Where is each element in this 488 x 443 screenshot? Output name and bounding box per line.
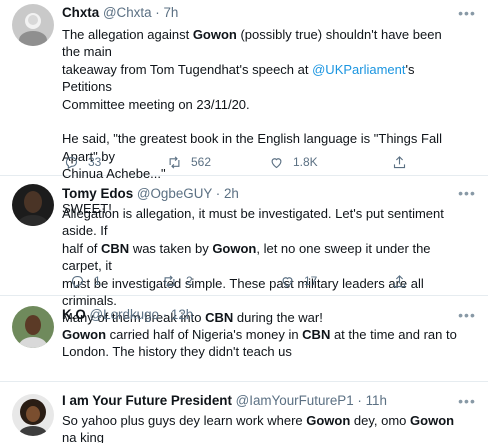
tweet[interactable]: Chxta @Chxta · 7h The allegation against… [0, 0, 488, 216]
text-segment: Committee meeting on 23/11/20. [62, 96, 250, 112]
tweet[interactable]: I am Your Future President @IamYourFutur… [0, 382, 488, 443]
handle[interactable]: @OgbeGUY [137, 186, 212, 201]
more-icon[interactable]: ••• [458, 308, 476, 324]
timestamp[interactable]: 11h [366, 393, 387, 408]
avatar[interactable] [12, 184, 54, 226]
dot-separator: · [212, 186, 224, 201]
retweet-button[interactable]: 562 [167, 153, 211, 171]
dot-separator: · [151, 5, 164, 20]
text-segment: takeaway from Tom Tugendhat's speech at [62, 61, 313, 77]
avatar[interactable] [12, 4, 54, 46]
display-name[interactable]: I am Your Future President [62, 393, 232, 408]
handle[interactable]: @Lordkugo [90, 307, 159, 322]
text-line: takeaway from Tom Tugendhat's speech at … [62, 61, 458, 96]
avatar-image [12, 4, 54, 46]
display-name[interactable]: Chxta [62, 5, 99, 20]
tweet-header: K.O @Lordkugo · 12h [62, 306, 458, 324]
highlighted-keyword: Gowon [306, 413, 351, 428]
text-line: So yahoo plus guys dey learn work where … [62, 412, 458, 443]
highlighted-keyword: CBN [101, 240, 130, 256]
like-button[interactable]: 1.8K [269, 153, 318, 171]
text-segment: at the time and ran to [330, 327, 457, 342]
text-segment: London. The history they didn't teach us [62, 344, 292, 360]
share-icon [393, 155, 406, 168]
like-count: 17 [304, 274, 318, 288]
handle[interactable]: @IamYourFutureP1 [236, 393, 354, 408]
tweet[interactable]: K.O @Lordkugo · 12h Gowon carried half o… [0, 296, 488, 382]
mention-link[interactable]: @UKParliament [312, 62, 405, 77]
text-line: Gowon carried half of Nigeria's money in… [62, 326, 458, 343]
timestamp[interactable]: 2h [224, 186, 239, 201]
share-button[interactable] [392, 272, 407, 290]
highlighted-keyword: Gowon [410, 413, 455, 428]
text-segment: half of [62, 240, 102, 256]
highlighted-keyword: Gowon [212, 240, 257, 256]
text-segment: carried half of Nigeria's money in [106, 327, 303, 342]
tweet-text: So yahoo plus guys dey learn work where … [62, 412, 458, 443]
like-count: 1.8K [293, 155, 318, 169]
text-segment: The allegation against [62, 27, 193, 42]
action-bar: 33 562 1.8K [62, 153, 422, 171]
share-button[interactable] [392, 153, 407, 171]
avatar-image [12, 306, 54, 348]
timestamp[interactable]: 7h [163, 5, 178, 20]
tweet-feed: Chxta @Chxta · 7h The allegation against… [0, 0, 488, 443]
display-name[interactable]: K.O [62, 307, 86, 322]
tweet-text: Gowon carried half of Nigeria's money in… [62, 326, 458, 361]
avatar[interactable] [12, 306, 54, 348]
more-icon[interactable]: ••• [458, 6, 476, 22]
text-segment: na king [62, 430, 104, 443]
reply-button[interactable]: 33 [64, 153, 101, 171]
like-button[interactable]: 17 [280, 272, 317, 290]
reply-count: 33 [88, 155, 102, 169]
retweet-icon [169, 155, 180, 169]
reply-icon [65, 156, 78, 169]
avatar[interactable] [12, 394, 54, 436]
more-icon[interactable]: ••• [458, 394, 476, 410]
highlighted-keyword: Gowon [62, 327, 107, 342]
retweet-count: 2 [186, 274, 193, 288]
dot-separator: · [353, 393, 366, 408]
text-segment: was taken by [129, 240, 213, 256]
text-line: London. The history they didn't teach us [62, 343, 458, 360]
avatar-image [12, 394, 54, 436]
like-icon [282, 276, 293, 287]
avatar-image [12, 184, 54, 226]
tweet-header: I am Your Future President @IamYourFutur… [62, 392, 458, 410]
timestamp[interactable]: 12h [171, 307, 193, 322]
retweet-icon [164, 274, 175, 288]
tweet-header: Tomy Edos @OgbeGUY · 2h [62, 185, 458, 203]
text-line: half of CBN was taken by Gowon, let no o… [62, 240, 458, 275]
text-line: The allegation against Gowon (possibly t… [62, 26, 458, 61]
more-icon[interactable]: ••• [458, 186, 476, 202]
text-line: Committee meeting on 23/11/20. [62, 96, 458, 113]
highlighted-keyword: Gowon [192, 27, 237, 42]
highlighted-keyword: CBN [302, 327, 331, 342]
text-segment: So yahoo plus guys dey learn work where [62, 413, 307, 428]
tweet-header: Chxta @Chxta · 7h [62, 4, 458, 22]
share-icon [393, 274, 406, 287]
reply-count: 1 [94, 274, 101, 288]
retweet-button[interactable]: 2 [162, 272, 193, 290]
text-segment: Allegation is allegation, it must be inv… [62, 206, 444, 239]
text-segment: dey, omo [350, 413, 411, 428]
retweet-count: 562 [191, 155, 212, 169]
reply-button[interactable]: 1 [70, 272, 101, 290]
action-bar: 1 2 17 [62, 272, 422, 290]
like-icon [271, 157, 282, 168]
text-line: Allegation is allegation, it must be inv… [62, 205, 458, 240]
handle[interactable]: @Chxta [103, 5, 152, 20]
reply-icon [71, 275, 84, 288]
tweet[interactable]: Tomy Edos @OgbeGUY · 2h Allegation is al… [0, 176, 488, 325]
display-name[interactable]: Tomy Edos [62, 186, 133, 201]
dot-separator: · [158, 307, 171, 322]
